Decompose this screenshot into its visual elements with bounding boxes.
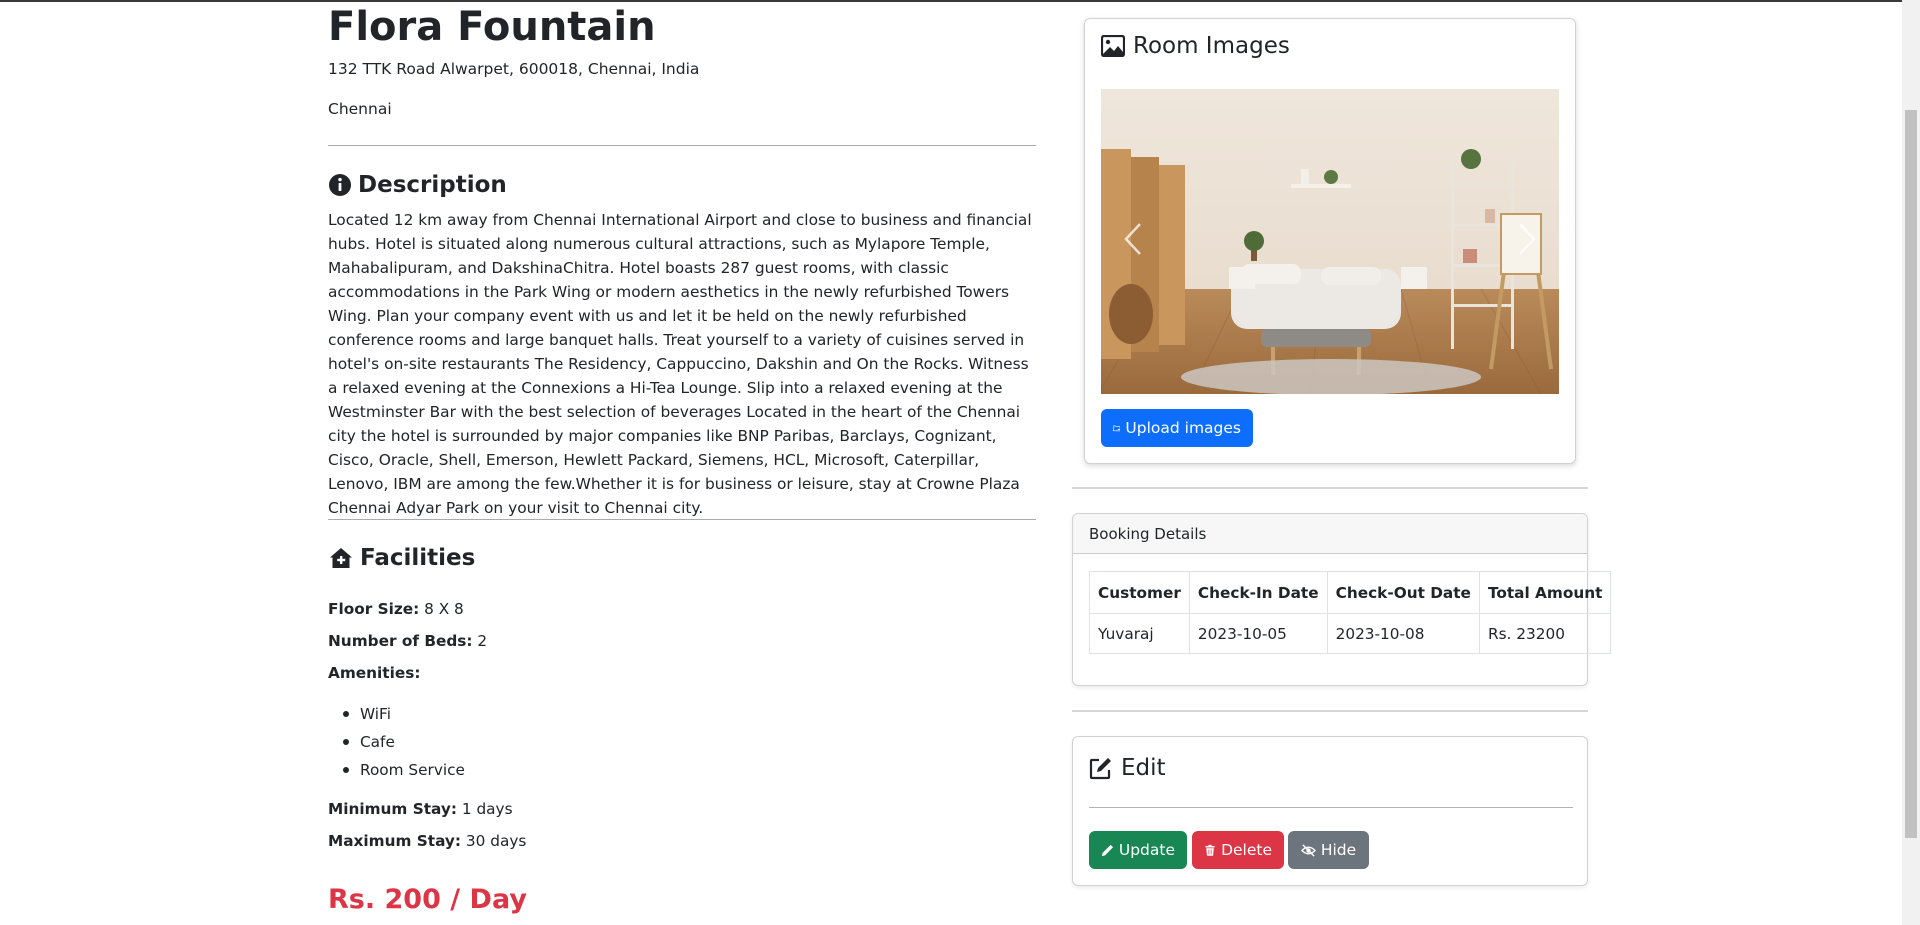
delete-label: Delete bbox=[1221, 841, 1272, 859]
scrollbar-thumb[interactable] bbox=[1905, 110, 1917, 838]
description-heading-label: Description bbox=[358, 172, 507, 198]
table-cell: 2023-10-08 bbox=[1326, 613, 1480, 654]
hotel-address: 132 TTK Road Alwarpet, 600018, Chennai, … bbox=[328, 60, 700, 78]
edit-heading-label: Edit bbox=[1121, 755, 1166, 781]
divider bbox=[328, 145, 1036, 146]
upload-images-label: Upload images bbox=[1125, 419, 1241, 437]
facilities-heading-label: Facilities bbox=[360, 545, 476, 571]
floor-size-value: 8 X 8 bbox=[424, 600, 464, 618]
delete-button[interactable]: Delete bbox=[1192, 831, 1284, 869]
pencil-square-icon bbox=[1089, 758, 1111, 780]
table-header-row: Customer Check-In Date Check-Out Date To… bbox=[1089, 571, 1612, 614]
hide-label: Hide bbox=[1320, 841, 1357, 859]
minimum-stay: Minimum Stay: 1 days bbox=[328, 800, 513, 818]
trash-icon bbox=[1205, 844, 1215, 856]
list-item: Cafe bbox=[343, 728, 465, 756]
divider bbox=[1089, 807, 1573, 808]
table-cell: 2023-10-05 bbox=[1188, 613, 1328, 654]
booking-details-card: Booking Details Customer Check-In Date C… bbox=[1072, 513, 1612, 686]
price: Rs. 200 / Day bbox=[328, 884, 527, 915]
description-heading: Description bbox=[328, 172, 507, 198]
edit-card: Edit Update Delete Hide bbox=[1072, 736, 1588, 886]
room-images-card: Room Images Upload images bbox=[1084, 18, 1576, 464]
update-button[interactable]: Update bbox=[1089, 831, 1187, 869]
column-header: Customer bbox=[1089, 571, 1190, 614]
divider bbox=[1072, 710, 1588, 712]
hotel-city: Chennai bbox=[328, 100, 392, 118]
hide-button[interactable]: Hide bbox=[1288, 831, 1369, 869]
vertical-scrollbar[interactable] bbox=[1902, 0, 1920, 925]
floor-size: Floor Size: 8 X 8 bbox=[328, 600, 464, 618]
facilities-heading: Facilities bbox=[328, 545, 475, 571]
beds-value: 2 bbox=[477, 632, 488, 650]
description-text: Located 12 km away from Chennai Internat… bbox=[328, 211, 1032, 517]
chevron-left-icon bbox=[1124, 223, 1141, 255]
edit-heading: Edit bbox=[1089, 755, 1166, 781]
window-top-border bbox=[0, 0, 1902, 2]
max-stay-value: 30 days bbox=[465, 832, 527, 850]
column-header: Check-Out Date bbox=[1326, 571, 1480, 614]
chevron-right-icon bbox=[1519, 223, 1536, 255]
room-images-heading-label: Room Images bbox=[1133, 33, 1290, 59]
amenities-label: Amenities: bbox=[328, 664, 421, 682]
hotel-name: Flora Fountain bbox=[328, 4, 656, 50]
divider bbox=[328, 519, 1036, 520]
table-cell: Yuvaraj bbox=[1089, 613, 1190, 654]
carousel-next-button[interactable] bbox=[1507, 209, 1547, 269]
table-row: Yuvaraj 2023-10-05 2023-10-08 Rs. 23200 bbox=[1089, 613, 1612, 654]
house-add-icon bbox=[330, 548, 352, 568]
list-item: WiFi bbox=[343, 700, 465, 728]
booking-table: Customer Check-In Date Check-Out Date To… bbox=[1089, 571, 1612, 654]
room-photo bbox=[1101, 89, 1559, 394]
list-item: Room Service bbox=[343, 756, 465, 784]
maximum-stay: Maximum Stay: 30 days bbox=[328, 832, 526, 850]
upload-images-button[interactable]: Upload images bbox=[1101, 409, 1253, 447]
beds-label: Number of Beds: bbox=[328, 632, 473, 650]
room-images-heading: Room Images bbox=[1101, 33, 1290, 59]
update-label: Update bbox=[1118, 841, 1175, 859]
image-icon bbox=[1101, 35, 1125, 57]
room-image-carousel[interactable] bbox=[1101, 89, 1559, 394]
number-of-beds: Number of Beds: 2 bbox=[328, 632, 487, 650]
info-circle-icon bbox=[329, 174, 351, 196]
max-stay-label: Maximum Stay: bbox=[328, 832, 462, 850]
table-cell: Rs. 23200 bbox=[1478, 613, 1612, 654]
folder-upload-icon bbox=[1113, 425, 1121, 432]
min-stay-label: Minimum Stay: bbox=[328, 800, 457, 818]
min-stay-value: 1 days bbox=[461, 800, 513, 818]
carousel-prev-button[interactable] bbox=[1113, 209, 1153, 269]
pencil-icon bbox=[1101, 844, 1114, 856]
floor-size-label: Floor Size: bbox=[328, 600, 420, 618]
divider bbox=[1072, 487, 1588, 489]
column-header: Check-In Date bbox=[1188, 571, 1328, 614]
column-header: Total Amount bbox=[1478, 571, 1612, 614]
amenities-list: WiFi Cafe Room Service bbox=[343, 700, 465, 784]
booking-details-header: Booking Details bbox=[1073, 514, 1587, 554]
eye-slash-icon bbox=[1300, 843, 1316, 857]
